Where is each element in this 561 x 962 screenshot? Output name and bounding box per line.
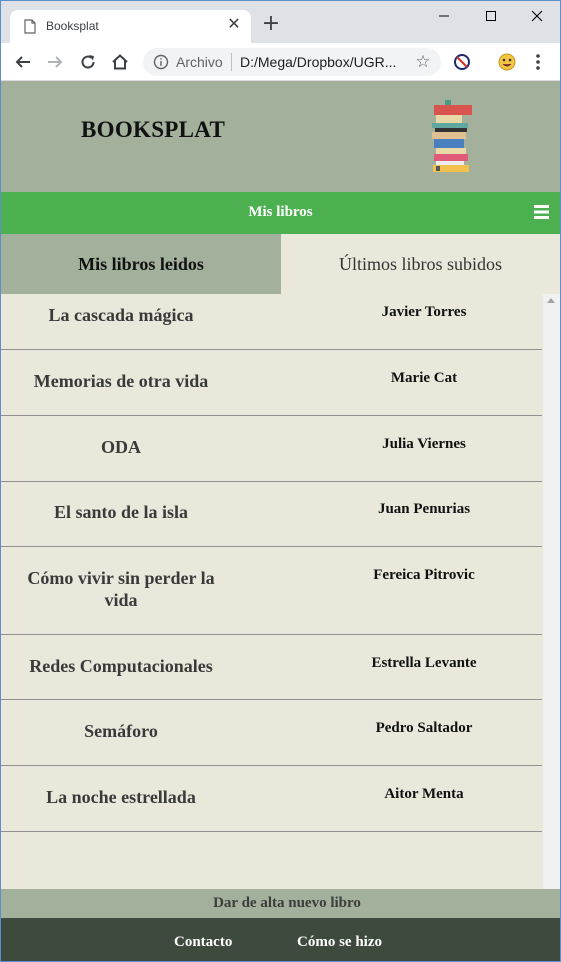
site-chip: Archivo	[176, 54, 223, 70]
table-row[interactable]: ODA Julia Viernes	[1, 416, 542, 482]
tab-title: Booksplat	[46, 19, 99, 33]
close-tab-icon[interactable]: ✕	[225, 16, 243, 34]
maximize-icon[interactable]	[468, 1, 514, 31]
footer-link-como-se-hizo[interactable]: Cómo se hizo	[297, 934, 382, 951]
tab-label: Últimos libros subidos	[338, 254, 503, 274]
table-row[interactable]: Redes Computacionales Estrella Levante	[1, 635, 542, 700]
book-author: Javier Torres	[381, 304, 467, 320]
web-page: BOOKSPLAT Mis libros Mis libros leidos Ú…	[1, 81, 560, 961]
forward-icon[interactable]	[43, 50, 67, 74]
browser-window: Booksplat ✕ + Archivo D:/Mega/Dropbox/UG…	[0, 0, 561, 962]
home-icon[interactable]	[108, 50, 132, 74]
reload-icon[interactable]	[76, 50, 100, 74]
main-navbar: Mis libros	[1, 192, 560, 234]
book-title: El santo de la isla	[53, 502, 189, 522]
book-author: Pedro Saltador	[375, 720, 473, 736]
scroll-up-icon[interactable]	[547, 298, 555, 303]
close-window-icon[interactable]	[514, 1, 560, 31]
block-extension-icon[interactable]	[452, 52, 472, 72]
table-row[interactable]: Cómo vivir sin perder la vida Fereica Pi…	[1, 547, 542, 635]
book-title: La noche estrellada	[46, 787, 196, 807]
tab-ultimos-libros[interactable]: Últimos libros subidos	[281, 234, 560, 294]
site-brand[interactable]: BOOKSPLAT	[81, 117, 225, 143]
table-row[interactable]: El santo de la isla Juan Penurias	[1, 482, 542, 547]
tab-mis-libros-leidos[interactable]: Mis libros leidos	[1, 234, 281, 294]
book-author: Aitor Menta	[384, 786, 464, 802]
book-title: Cómo vivir sin perder la vida	[27, 568, 215, 610]
book-author: Juan Penurias	[377, 501, 471, 517]
emoji-extension-icon[interactable]	[497, 52, 517, 72]
table-row[interactable]: Memorias de otra vida Marie Cat	[1, 350, 542, 416]
tab-label: Mis libros leidos	[78, 254, 204, 274]
browser-toolbar: Archivo D:/Mega/Dropbox/UGR... ☆	[1, 43, 560, 81]
back-icon[interactable]	[11, 50, 35, 74]
table-row[interactable]: La cascada mágica Javier Torres	[1, 294, 542, 350]
book-stack-logo-icon	[432, 100, 472, 172]
info-icon[interactable]	[153, 54, 169, 70]
add-book-bar[interactable]: Dar de alta nuevo libro	[1, 889, 560, 918]
book-author: Fereica Pitrovic	[373, 567, 475, 583]
book-title: Semáforo	[84, 721, 158, 741]
tab-strip: Booksplat ✕ +	[1, 1, 560, 43]
more-menu-icon[interactable]	[528, 51, 548, 73]
book-tabs: Mis libros leidos Últimos libros subidos	[1, 234, 560, 294]
nav-title[interactable]: Mis libros	[1, 204, 560, 221]
book-title: La cascada mágica	[48, 305, 194, 325]
table-row[interactable]: La noche estrellada Aitor Menta	[1, 766, 542, 832]
book-title: Memorias de otra vida	[33, 371, 209, 391]
document-icon	[24, 19, 36, 34]
minimize-icon[interactable]	[421, 1, 467, 31]
address-bar[interactable]: Archivo D:/Mega/Dropbox/UGR... ☆	[143, 48, 441, 76]
new-tab-icon[interactable]: +	[259, 13, 283, 37]
book-author: Marie Cat	[390, 370, 458, 386]
footer-link-contacto[interactable]: Contacto	[174, 934, 232, 951]
browser-tab[interactable]: Booksplat ✕	[10, 10, 251, 43]
site-header: BOOKSPLAT	[1, 81, 560, 192]
url-text[interactable]: D:/Mega/Dropbox/UGR...	[240, 54, 396, 70]
book-author: Estrella Levante	[371, 655, 477, 671]
add-book-link[interactable]: Dar de alta nuevo libro	[1, 895, 560, 912]
site-footer: Contacto Cómo se hizo	[1, 918, 560, 961]
bookmark-star-icon[interactable]: ☆	[413, 52, 433, 72]
list-scrollbar[interactable]	[543, 294, 560, 889]
book-title: Redes Computacionales	[29, 656, 213, 676]
table-row[interactable]: Semáforo Pedro Saltador	[1, 700, 542, 766]
book-list: La cascada mágica Javier Torres Memorias…	[1, 294, 542, 889]
divider	[231, 53, 232, 71]
book-author: Julia Viernes	[382, 436, 466, 452]
hamburger-menu-icon[interactable]	[534, 205, 549, 219]
book-title: ODA	[101, 437, 141, 457]
